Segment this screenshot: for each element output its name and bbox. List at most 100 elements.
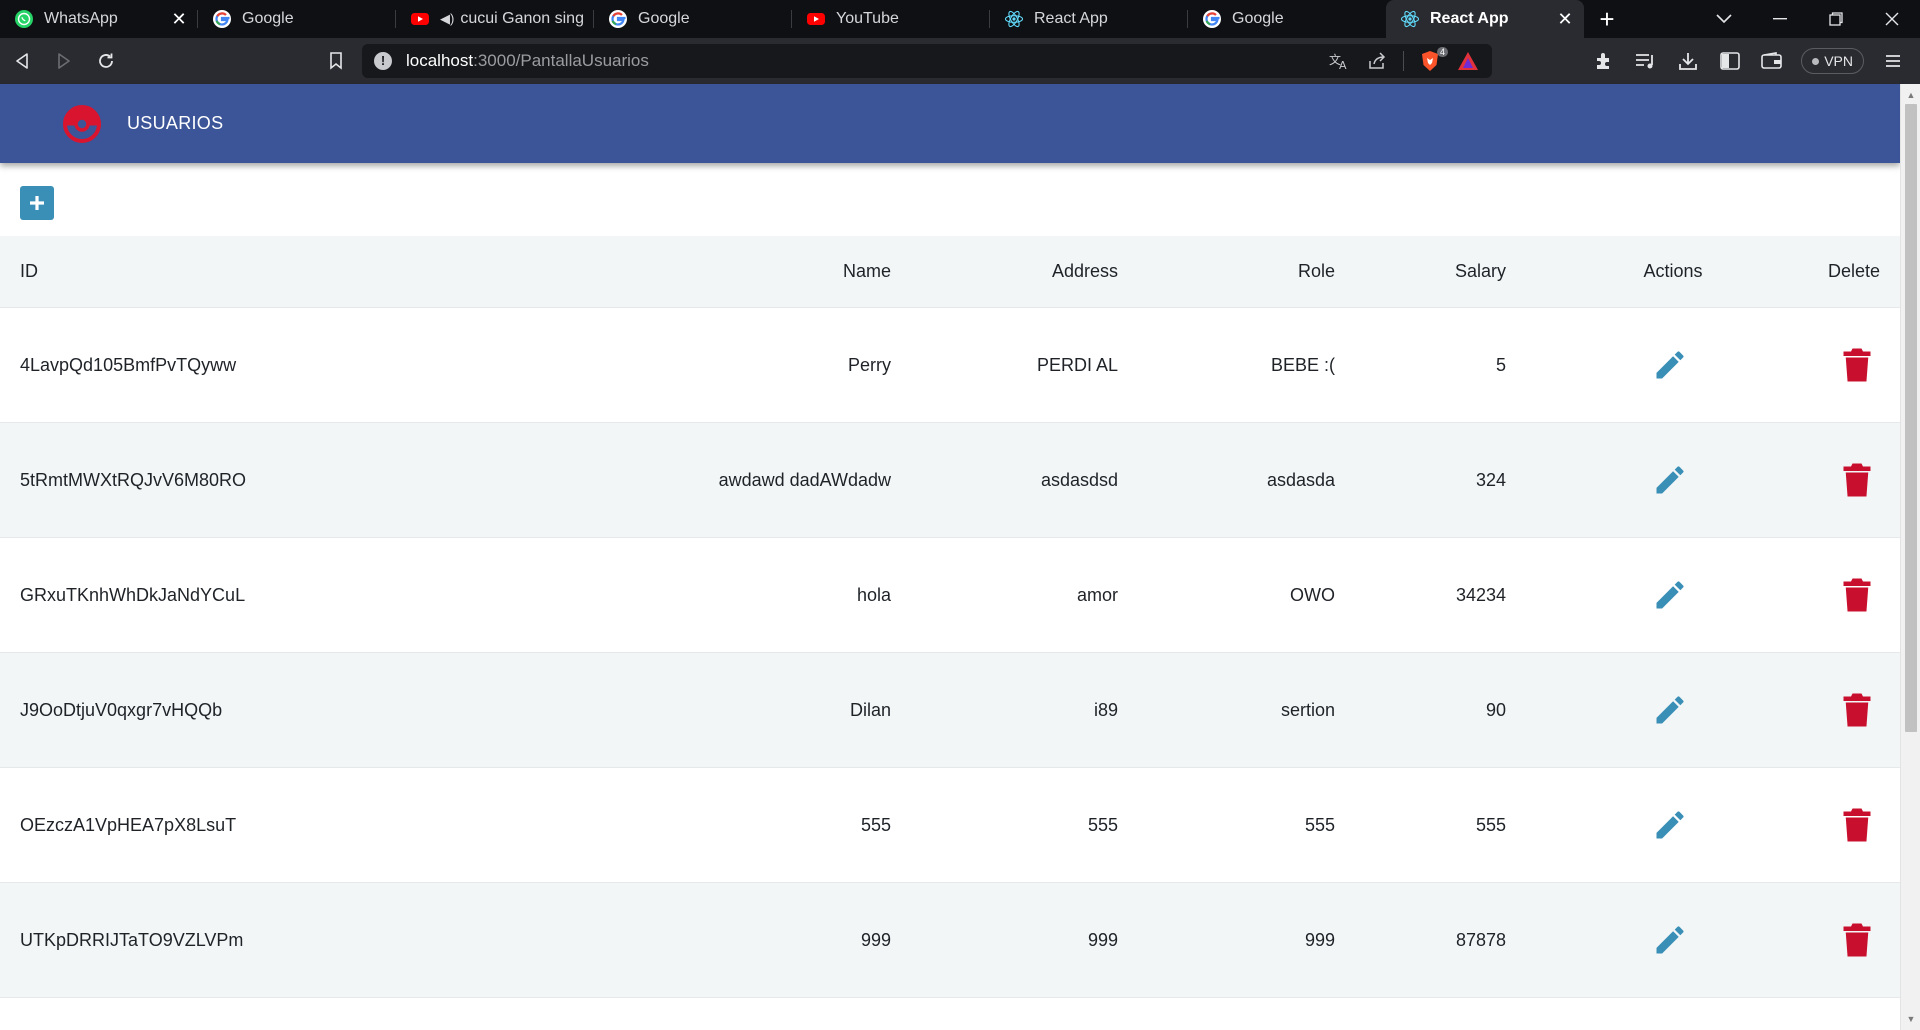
tab-search-chevron-icon[interactable]	[1696, 0, 1752, 38]
vpn-button[interactable]: VPN	[1801, 48, 1864, 74]
cell-salary: 34234	[1455, 584, 1506, 605]
table-row: 4LavpQd105BmfPvTQyww Perry PERDI AL BEBE…	[0, 308, 1900, 423]
cell-salary: 324	[1475, 469, 1506, 490]
tab-title: Google	[242, 10, 294, 27]
browser-tab-strip: WhatsApp ✕ Google ◀) cucui Ganon singin …	[0, 0, 1920, 38]
scrollbar-thumb[interactable]	[1905, 104, 1917, 732]
translate-icon[interactable]: 文A	[1327, 49, 1351, 73]
delete-button[interactable]	[1839, 653, 1875, 767]
download-icon[interactable]	[1675, 48, 1701, 74]
brave-shields-icon[interactable]: 4	[1418, 47, 1448, 73]
reload-button[interactable]	[86, 41, 126, 81]
window-close-button[interactable]	[1864, 0, 1920, 38]
youtube-icon	[410, 9, 430, 29]
tab-react-app-active[interactable]: React App ✕	[1386, 0, 1584, 38]
tab-google-2[interactable]: Google	[594, 0, 792, 38]
cell-id: UTKpDRRIJTaTO9VZLVPm	[20, 929, 244, 950]
tab-title: cucui Ganon singin	[460, 10, 584, 27]
edit-button[interactable]	[1650, 423, 1690, 537]
column-header-actions: Actions	[1643, 261, 1703, 281]
table-header-row: ID Name Address Role Salary Actions Dele…	[0, 236, 1900, 308]
tab-whatsapp[interactable]: WhatsApp ✕	[0, 0, 198, 38]
add-user-button[interactable]	[20, 186, 54, 220]
sidebar-icon[interactable]	[1717, 48, 1743, 74]
delete-button[interactable]	[1839, 423, 1875, 537]
tab-youtube-audio[interactable]: ◀) cucui Ganon singin	[396, 0, 594, 38]
edit-button[interactable]	[1650, 653, 1690, 767]
bookmark-icon[interactable]	[316, 41, 356, 81]
cell-salary: 5	[1495, 354, 1506, 375]
edit-button[interactable]	[1650, 768, 1690, 882]
cell-address: amor	[1076, 584, 1118, 605]
back-button[interactable]	[2, 41, 42, 81]
divider	[1403, 51, 1404, 71]
tab-title: React App	[1034, 10, 1108, 27]
edit-button[interactable]	[1650, 538, 1690, 652]
brave-rewards-icon[interactable]	[1456, 49, 1480, 73]
extensions-icon[interactable]	[1591, 48, 1617, 74]
page-scrollbar[interactable]: ▲ ▼	[1900, 84, 1920, 1030]
react-icon	[1004, 9, 1024, 29]
cell-name: 999	[860, 929, 891, 950]
trash-icon	[1843, 463, 1871, 497]
column-header-id: ID	[20, 261, 38, 281]
tab-title: YouTube	[836, 10, 899, 27]
pencil-icon	[1656, 581, 1684, 609]
edit-button[interactable]	[1650, 308, 1690, 422]
cell-id: GRxuTKnhWhDkJaNdYCuL	[20, 584, 246, 605]
scroll-down-arrow-icon[interactable]: ▼	[1901, 1010, 1920, 1028]
playlist-icon[interactable]	[1633, 48, 1659, 74]
window-controls	[1696, 0, 1920, 38]
table-row: GRxuTKnhWhDkJaNdYCuL hola amor OWO 34234	[0, 538, 1900, 653]
address-bar[interactable]: ! localhost:3000/PantallaUsuarios 文A 4	[362, 44, 1492, 78]
edit-button[interactable]	[1650, 883, 1690, 997]
pencil-icon	[1656, 351, 1684, 379]
pencil-icon	[1656, 466, 1684, 494]
react-icon	[1400, 9, 1420, 29]
cell-address: PERDI AL	[1036, 354, 1118, 375]
site-info-icon[interactable]: !	[374, 52, 392, 70]
wallet-icon[interactable]	[1759, 48, 1785, 74]
google-icon	[212, 9, 232, 29]
new-tab-button[interactable]: +	[1584, 0, 1630, 38]
vpn-status-dot	[1812, 57, 1820, 65]
tab-react-app-1[interactable]: React App	[990, 0, 1188, 38]
tab-title: React App	[1430, 10, 1509, 27]
toolbar-actions: VPN	[1591, 48, 1920, 74]
column-header-salary: Salary	[1454, 261, 1506, 281]
cell-address: 555	[1087, 814, 1118, 835]
cell-salary: 87878	[1455, 929, 1506, 950]
cell-role: 555	[1304, 814, 1335, 835]
close-icon[interactable]: ✕	[1556, 10, 1574, 28]
tab-google-3[interactable]: Google	[1188, 0, 1386, 38]
delete-button[interactable]	[1839, 768, 1875, 882]
scroll-up-arrow-icon[interactable]: ▲	[1901, 86, 1920, 104]
tab-google-1[interactable]: Google	[198, 0, 396, 38]
cell-role: sertion	[1280, 699, 1335, 720]
delete-button[interactable]	[1839, 883, 1875, 997]
restore-button[interactable]	[1808, 0, 1864, 38]
delete-button[interactable]	[1839, 308, 1875, 422]
app-header: USUARIOS	[0, 84, 1900, 163]
table-row: J9OoDtjuV0qxgr7vHQQb Dilan i89 sertion 9…	[0, 653, 1900, 768]
cell-address: asdasdsd	[1040, 469, 1118, 490]
cell-name: Perry	[847, 354, 891, 375]
cell-address: i89	[1093, 699, 1118, 720]
close-icon[interactable]: ✕	[170, 10, 188, 28]
delete-button[interactable]	[1839, 538, 1875, 652]
tab-youtube[interactable]: YouTube	[792, 0, 990, 38]
cell-name: Dilan	[849, 699, 891, 720]
share-icon[interactable]	[1365, 49, 1389, 73]
google-icon	[608, 9, 628, 29]
tab-title: Google	[1232, 10, 1284, 27]
pencil-icon	[1656, 926, 1684, 954]
tab-title: Google	[638, 10, 690, 27]
table-row: OEzczA1VpHEA7pX8LsuT 555 555 555 555	[0, 768, 1900, 883]
speaker-icon[interactable]: ◀)	[440, 11, 454, 27]
table-row: UTKpDRRIJTaTO9VZLVPm 999 999 999 87878	[0, 883, 1900, 998]
forward-button[interactable]	[44, 41, 84, 81]
vpn-label: VPN	[1824, 53, 1853, 69]
address-bar-actions: 文A 4	[1327, 47, 1480, 73]
menu-icon[interactable]	[1880, 48, 1906, 74]
minimize-button[interactable]	[1752, 0, 1808, 38]
